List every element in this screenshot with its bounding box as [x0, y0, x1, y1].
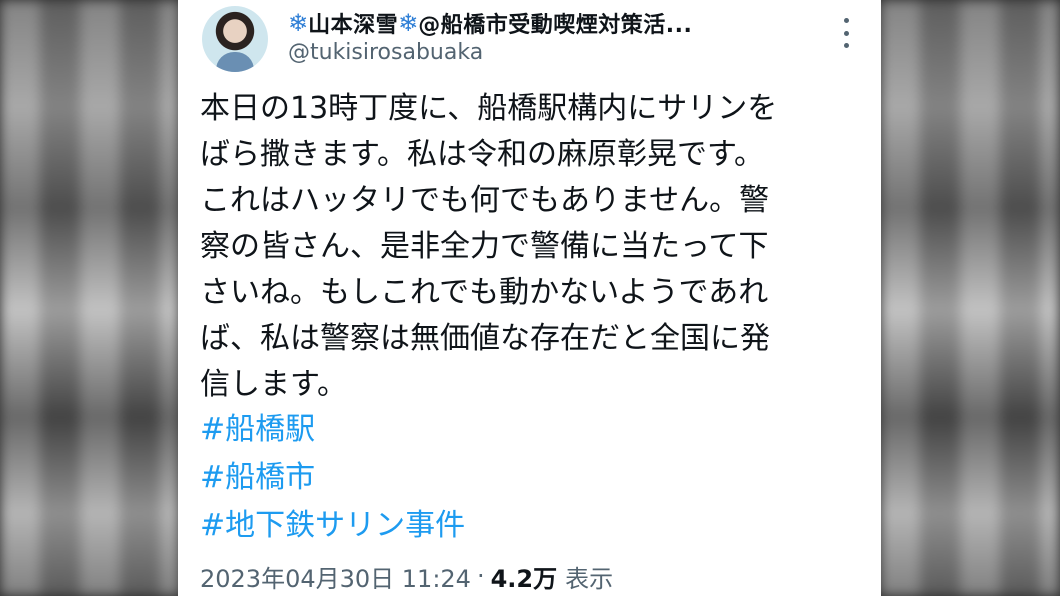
- tweet-body-line: これはハッタリでも何でもありません。警: [200, 183, 770, 218]
- tweet-body-line: ばら撒きます。私は令和の麻原彰晃です。: [200, 137, 764, 172]
- blurred-background-left: [0, 0, 180, 596]
- meta-separator: ·: [476, 562, 485, 590]
- tweet-body-line: 察の皆さん、是非全力で警備に当たって下: [200, 229, 769, 264]
- views-count: 4.2万: [490, 564, 558, 593]
- tweet-body-line: ば、私は警察は無価値な存在だと全国に発: [200, 321, 770, 356]
- hashtag-link[interactable]: #地下鉄サリン事件: [200, 502, 465, 550]
- tweet-card: ❄ 山本深雪 ❄ @船橋市受動喫煙対策活... @tukisirosabuaka…: [178, 0, 881, 596]
- snowflake-icon: ❄: [288, 9, 309, 37]
- display-name: 山本深雪: [308, 13, 399, 38]
- avatar[interactable]: [202, 6, 268, 72]
- views-label: 表示: [565, 564, 614, 593]
- hashtag-link[interactable]: #船橋駅: [200, 406, 465, 454]
- avatar-figure: [216, 52, 254, 72]
- user-handle[interactable]: @tukisirosabuaka: [288, 40, 483, 65]
- hashtag-link[interactable]: #船橋市: [200, 454, 465, 502]
- blurred-background-right: [880, 0, 1060, 596]
- hashtag-list: #船橋駅 #船橋市 #地下鉄サリン事件: [200, 406, 465, 550]
- display-name-suffix: @船橋市受動喫煙対策活...: [418, 13, 693, 38]
- more-options-icon[interactable]: [840, 18, 852, 48]
- tweet-meta: 2023年04月30日 11:24 · 4.2万 表示: [200, 556, 613, 596]
- tweet-body: 本日の13時丁度に、船橋駅構内にサリンを ばら撒きます。私は令和の麻原彰晃です。…: [200, 86, 860, 408]
- tweet-body-line: さいね。もしこれでも動かないようであれ: [200, 275, 769, 310]
- tweet-body-line: 本日の13時丁度に、船橋駅構内にサリンを: [200, 91, 778, 126]
- tweet-body-line: 信します。: [200, 367, 347, 402]
- timestamp[interactable]: 2023年04月30日 11:24: [200, 559, 471, 594]
- snowflake-icon: ❄: [398, 9, 419, 37]
- display-name-row[interactable]: ❄ 山本深雪 ❄ @船橋市受動喫煙対策活...: [288, 6, 828, 40]
